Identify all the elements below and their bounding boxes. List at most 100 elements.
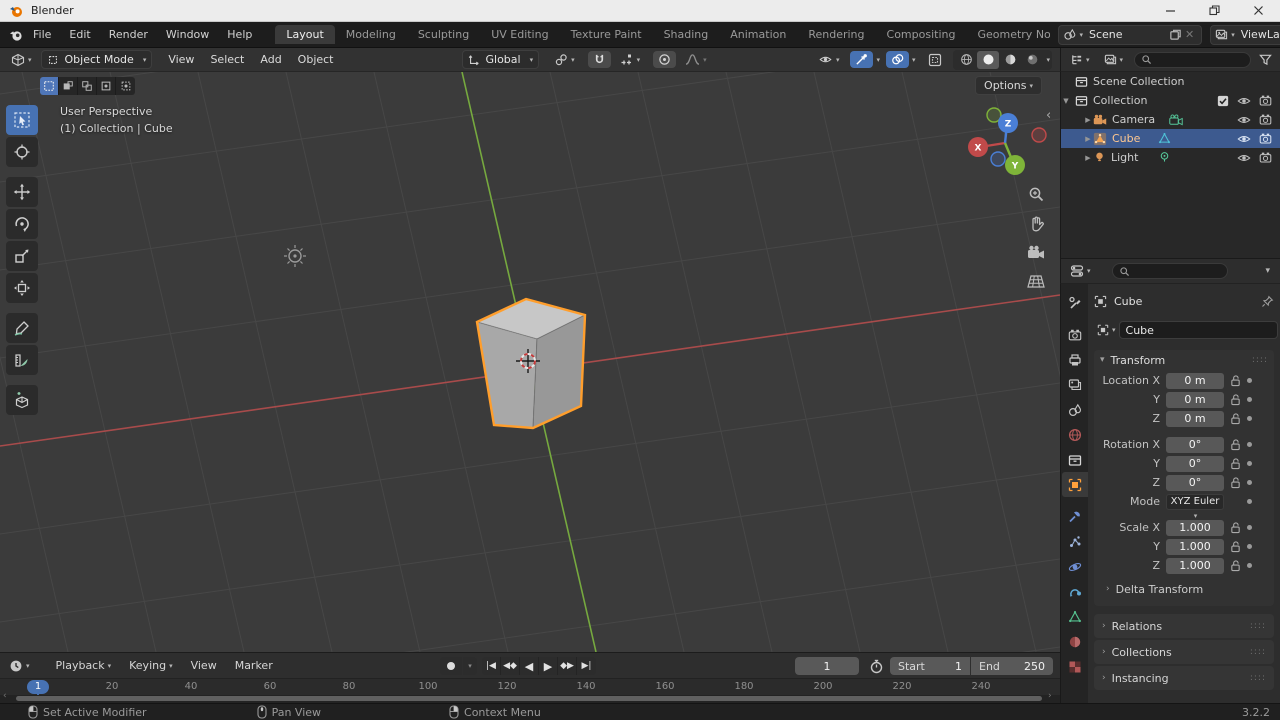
animate-dot[interactable] bbox=[1247, 563, 1252, 568]
collapse-panel-arrow[interactable]: ‹ bbox=[1046, 108, 1051, 123]
outliner-row-cube[interactable]: ▶ Cube bbox=[1061, 129, 1280, 148]
workspace-tab-uv-editing[interactable]: UV Editing bbox=[480, 25, 559, 44]
select-mode-invert[interactable] bbox=[97, 77, 116, 95]
transform-panel-header[interactable]: ▾ Transform :::: bbox=[1094, 350, 1274, 370]
tab-render[interactable] bbox=[1062, 322, 1088, 347]
scene-selector[interactable]: ▾ Scene ✕ bbox=[1058, 25, 1202, 45]
properties-editor-type-dropdown[interactable]: ▾ bbox=[1065, 262, 1096, 280]
overlays-dropdown[interactable]: ▾ bbox=[912, 56, 916, 64]
shading-material-button[interactable] bbox=[999, 51, 1021, 69]
play-button[interactable]: ▶ bbox=[539, 657, 558, 675]
animate-dot[interactable] bbox=[1247, 544, 1252, 549]
outliner-search-input[interactable] bbox=[1152, 54, 1244, 65]
workspace-tab-modeling[interactable]: Modeling bbox=[335, 25, 407, 44]
timeline-scrollbar[interactable] bbox=[16, 696, 1042, 701]
workspace-tab-shading[interactable]: Shading bbox=[653, 25, 720, 44]
lock-icon[interactable] bbox=[1230, 559, 1241, 572]
animate-dot[interactable] bbox=[1247, 397, 1252, 402]
tab-texture[interactable] bbox=[1062, 654, 1088, 679]
tab-tool[interactable] bbox=[1062, 290, 1088, 315]
scale-z-field[interactable]: 1.000 bbox=[1166, 558, 1224, 574]
frame-start-field[interactable]: Start 1 bbox=[890, 657, 970, 675]
animate-dot[interactable] bbox=[1247, 525, 1252, 530]
panel-grip-icon[interactable]: :::: bbox=[1250, 647, 1266, 657]
disable-in-renders-camera-icon[interactable] bbox=[1259, 132, 1272, 145]
rotation-y-field[interactable]: 0° bbox=[1166, 456, 1224, 472]
tool-annotate[interactable] bbox=[6, 313, 38, 343]
panel-grip-icon[interactable]: :::: bbox=[1250, 621, 1266, 631]
menu-view-timeline[interactable]: View bbox=[182, 659, 226, 672]
scene-name[interactable]: Scene bbox=[1083, 28, 1169, 41]
current-frame-field[interactable]: 1 bbox=[795, 657, 859, 675]
outliner-row-camera[interactable]: ▶ Camera bbox=[1061, 110, 1280, 129]
workspace-tab-compositing[interactable]: Compositing bbox=[876, 25, 967, 44]
scale-x-field[interactable]: 1.000 bbox=[1166, 520, 1224, 536]
show-object-types-dropdown[interactable]: ▾ bbox=[813, 51, 845, 68]
tool-add-cube[interactable] bbox=[6, 385, 38, 415]
panel-grip-icon[interactable]: :::: bbox=[1252, 355, 1268, 365]
tab-collection[interactable] bbox=[1062, 447, 1088, 472]
playhead[interactable]: 1 bbox=[27, 680, 49, 694]
workspace-tab-rendering[interactable]: Rendering bbox=[797, 25, 875, 44]
hide-in-viewport-eye-icon[interactable] bbox=[1237, 132, 1251, 146]
workspace-tab-layout[interactable]: Layout bbox=[275, 25, 334, 44]
breadcrumb-object-name[interactable]: Cube bbox=[1114, 295, 1142, 308]
tab-view-layer[interactable] bbox=[1062, 372, 1088, 397]
gizmo-axis-neg-x[interactable] bbox=[1032, 128, 1046, 142]
tool-cursor[interactable] bbox=[6, 137, 38, 167]
play-reverse-button[interactable]: ◀ bbox=[520, 657, 539, 675]
jump-to-end-button[interactable]: ▶| bbox=[577, 657, 596, 675]
select-mode-set[interactable] bbox=[40, 77, 59, 95]
outliner-filter-collection-dropdown[interactable]: ▾ bbox=[1099, 51, 1129, 68]
animate-dot[interactable] bbox=[1247, 461, 1252, 466]
menu-render[interactable]: Render bbox=[100, 28, 157, 41]
lock-icon[interactable] bbox=[1230, 540, 1241, 553]
delta-transform-subpanel[interactable]: › Delta Transform bbox=[1094, 580, 1274, 598]
restore-button[interactable] bbox=[1192, 0, 1236, 22]
menu-object[interactable]: Object bbox=[290, 53, 342, 66]
rotation-z-field[interactable]: 0° bbox=[1166, 475, 1224, 491]
menu-file[interactable]: File bbox=[24, 28, 60, 41]
tool-transform[interactable] bbox=[6, 273, 38, 303]
object-name-field[interactable] bbox=[1119, 321, 1278, 339]
menu-keying[interactable]: Keying▾ bbox=[120, 659, 181, 672]
timeline-editor-type-dropdown[interactable]: ▾ bbox=[4, 657, 35, 675]
jump-to-start-button[interactable]: |◀ bbox=[482, 657, 501, 675]
tool-measure[interactable] bbox=[6, 345, 38, 375]
zoom-icon[interactable] bbox=[1024, 182, 1048, 206]
tab-object[interactable] bbox=[1062, 472, 1088, 497]
location-y-field[interactable]: 0 m bbox=[1166, 392, 1224, 408]
blender-app-icon[interactable] bbox=[8, 28, 24, 42]
collections-panel[interactable]: › Collections :::: bbox=[1094, 640, 1274, 664]
gizmo-axis-neg-z[interactable] bbox=[991, 152, 1005, 166]
pan-hand-icon[interactable] bbox=[1024, 211, 1048, 235]
animate-dot[interactable] bbox=[1247, 480, 1252, 485]
light-object[interactable] bbox=[284, 245, 306, 267]
timeline-ruler[interactable]: 20 40 60 80 100 120 140 160 180 200 220 … bbox=[0, 678, 1060, 695]
auto-keying-dropdown[interactable]: ▾ bbox=[463, 657, 477, 675]
editor-type-dropdown[interactable]: ▾ bbox=[6, 51, 37, 69]
show-overlays-toggle[interactable] bbox=[886, 51, 909, 68]
snap-target-dropdown[interactable]: ▾ bbox=[615, 51, 646, 69]
use-preview-range-stopwatch-icon[interactable] bbox=[869, 659, 884, 674]
proportional-editing-toggle[interactable] bbox=[653, 51, 676, 68]
rotation-x-field[interactable]: 0° bbox=[1166, 437, 1224, 453]
menu-edit[interactable]: Edit bbox=[60, 28, 99, 41]
previous-keyframe-button[interactable]: ◀◆ bbox=[501, 657, 520, 675]
tool-scale[interactable] bbox=[6, 241, 38, 271]
lock-icon[interactable] bbox=[1230, 457, 1241, 470]
lock-icon[interactable] bbox=[1230, 374, 1241, 387]
tool-rotate[interactable] bbox=[6, 209, 38, 239]
shading-dropdown[interactable]: ▾ bbox=[1046, 56, 1050, 64]
viewlayer-name[interactable]: ViewLayer bbox=[1235, 28, 1280, 41]
disclosure-closed-icon[interactable]: ▶ bbox=[1083, 154, 1093, 162]
menu-view[interactable]: View bbox=[160, 53, 202, 66]
workspace-tab-animation[interactable]: Animation bbox=[719, 25, 797, 44]
menu-window[interactable]: Window bbox=[157, 28, 218, 41]
shading-wireframe-button[interactable] bbox=[955, 51, 977, 69]
lock-icon[interactable] bbox=[1230, 393, 1241, 406]
tab-material[interactable] bbox=[1062, 629, 1088, 654]
select-mode-extend[interactable] bbox=[59, 77, 78, 95]
options-button[interactable]: Options ▾ bbox=[975, 76, 1042, 95]
snap-toggle[interactable] bbox=[588, 51, 611, 68]
